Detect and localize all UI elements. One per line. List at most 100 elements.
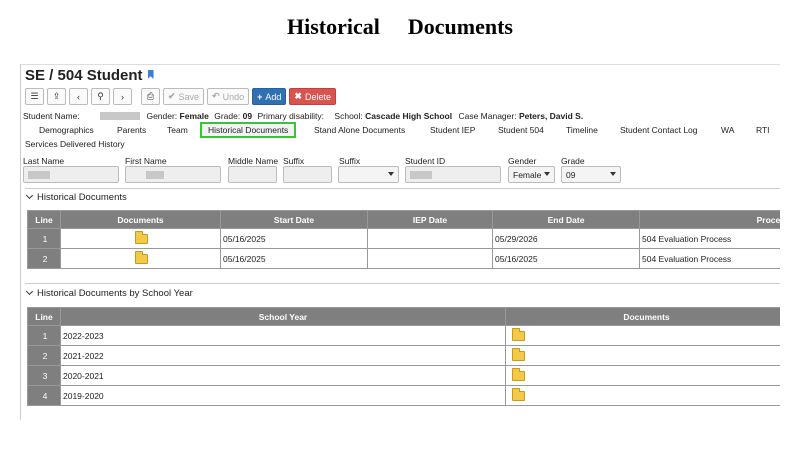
plus-icon: + (257, 91, 263, 102)
table-row[interactable]: 4 2019-2020 (27, 385, 780, 406)
table-row[interactable]: 1 05/16/2025 05/29/2026 504 Evaluation P… (27, 228, 780, 249)
tab-student-iep[interactable]: Student IEP (430, 125, 475, 135)
table-row[interactable]: 1 2022-2023 (27, 325, 780, 346)
table-row[interactable]: 3 2020-2021 (27, 365, 780, 386)
section-by-school-year-title: Historical Documents by School Year (37, 288, 193, 299)
folder-icon[interactable] (512, 387, 525, 401)
save-button[interactable]: ✔ Save (163, 88, 205, 105)
toolbar: ☰ ⇪ ‹ ⚲ › ⎙ ✔ Save ↶ Undo + Add ✖ Delete (25, 88, 336, 106)
student-id-field[interactable] (405, 166, 501, 183)
page-heading-word-2: Documents (407, 14, 513, 39)
line-number: 4 (27, 385, 61, 406)
redacted-name (100, 112, 141, 120)
delete-button[interactable]: ✖ Delete (289, 88, 336, 105)
upload-icon: ⇪ (52, 91, 61, 101)
folder-icon[interactable] (135, 250, 148, 264)
column-header[interactable]: Proces (639, 210, 780, 229)
tab-team[interactable]: Team (167, 125, 188, 135)
documents-cell (505, 325, 780, 346)
first-name-field[interactable] (125, 166, 221, 183)
save-label: Save (178, 91, 200, 102)
menu-button[interactable]: ☰ (25, 88, 44, 105)
chevron-down-icon (544, 172, 550, 176)
documents-cell (60, 228, 221, 249)
bookmark-icon[interactable] (147, 70, 154, 79)
end-date-cell: 05/29/2026 (492, 228, 640, 249)
student-id-label: Student ID (405, 156, 446, 166)
school-year-cell: 2021-2022 (60, 345, 506, 366)
start-date-cell: 05/16/2025 (220, 228, 368, 249)
suffix-select[interactable] (338, 166, 399, 183)
tab-wa[interactable]: WA (721, 125, 734, 135)
column-header[interactable]: Line (27, 210, 61, 229)
folder-icon[interactable] (512, 347, 525, 361)
tab-stand-alone-documents[interactable]: Stand Alone Documents (314, 125, 405, 135)
last-name-label: Last Name (23, 156, 65, 166)
tab-bar: Demographics Parents Team Historical Doc… (21, 122, 780, 151)
chevron-down-icon (25, 287, 34, 296)
table-header-row: Line Documents Start Date IEP Date End D… (27, 210, 780, 229)
tab-rti[interactable]: RTI (756, 125, 770, 135)
search-button[interactable]: ⚲ (91, 88, 110, 105)
tab-demographics[interactable]: Demographics (39, 125, 94, 135)
chevron-down-icon (610, 172, 616, 176)
middle-name-field[interactable] (228, 166, 277, 183)
grade-label: Grade: (214, 111, 241, 121)
suffix-field[interactable] (283, 166, 332, 183)
print-button[interactable]: ⎙ (141, 88, 160, 105)
documents-cell (505, 365, 780, 386)
column-header[interactable]: End Date (492, 210, 640, 229)
previous-button[interactable]: ‹ (69, 88, 88, 105)
suffix-select-label: Suffix (339, 156, 361, 166)
start-date-cell: 05/16/2025 (220, 248, 368, 269)
section-by-school-year-toggle[interactable]: Historical Documents by School Year (25, 287, 193, 299)
page-heading: Historical Documents (0, 14, 800, 40)
undo-icon: ↶ (212, 91, 220, 101)
tab-historical-documents[interactable]: Historical Documents (200, 122, 297, 138)
delete-label: Delete (304, 91, 331, 102)
folder-icon[interactable] (135, 230, 148, 244)
tab-student-contact-log[interactable]: Student Contact Log (620, 125, 698, 135)
grade-select[interactable]: 09 (561, 166, 621, 183)
line-number: 1 (27, 228, 61, 249)
section-historical-documents-title: Historical Documents (37, 192, 127, 203)
folder-icon[interactable] (512, 367, 525, 381)
documents-cell (505, 345, 780, 366)
next-button[interactable]: › (113, 88, 132, 105)
add-button[interactable]: + Add (252, 88, 287, 105)
line-number: 2 (27, 248, 61, 269)
line-number: 1 (27, 325, 61, 346)
student-info-line: Student Name: Gender: Female Grade: 09 P… (23, 111, 583, 121)
chevron-right-icon: › (121, 91, 124, 102)
check-icon: ✔ (168, 91, 176, 101)
gender-select[interactable]: Female (508, 166, 555, 183)
upload-button[interactable]: ⇪ (47, 88, 66, 105)
chevron-down-icon (25, 191, 34, 200)
column-header[interactable]: Documents (60, 210, 221, 229)
grade-select-value: 09 (566, 169, 576, 180)
section-historical-documents-toggle[interactable]: Historical Documents (25, 191, 127, 203)
column-header[interactable]: Documents (505, 307, 780, 326)
tab-parents[interactable]: Parents (117, 125, 146, 135)
add-label: Add (265, 91, 282, 102)
undo-button[interactable]: ↶ Undo (207, 88, 250, 105)
column-header[interactable]: Line (27, 307, 61, 326)
tab-timeline[interactable]: Timeline (566, 125, 598, 135)
table-row[interactable]: 2 05/16/2025 05/16/2025 504 Evaluation P… (27, 248, 780, 269)
chevron-down-icon (388, 172, 394, 176)
printer-icon: ⎙ (146, 91, 155, 101)
table-row[interactable]: 2 2021-2022 (27, 345, 780, 366)
column-header[interactable]: IEP Date (367, 210, 493, 229)
gender-field-label: Gender (508, 156, 537, 166)
column-header[interactable]: Start Date (220, 210, 368, 229)
close-icon: ✖ (294, 91, 302, 101)
tab-services-delivered-history[interactable]: Services Delivered History (25, 139, 125, 149)
tab-student-504[interactable]: Student 504 (498, 125, 544, 135)
page-heading-word-1: Historical (287, 14, 380, 39)
folder-icon[interactable] (512, 327, 525, 341)
column-header[interactable]: School Year (60, 307, 506, 326)
last-name-field[interactable] (23, 166, 119, 183)
historical-documents-table: Line Documents Start Date IEP Date End D… (27, 210, 780, 269)
case-manager-value: Peters, David S. (518, 111, 584, 121)
middle-name-label: Middle Name (228, 156, 279, 166)
